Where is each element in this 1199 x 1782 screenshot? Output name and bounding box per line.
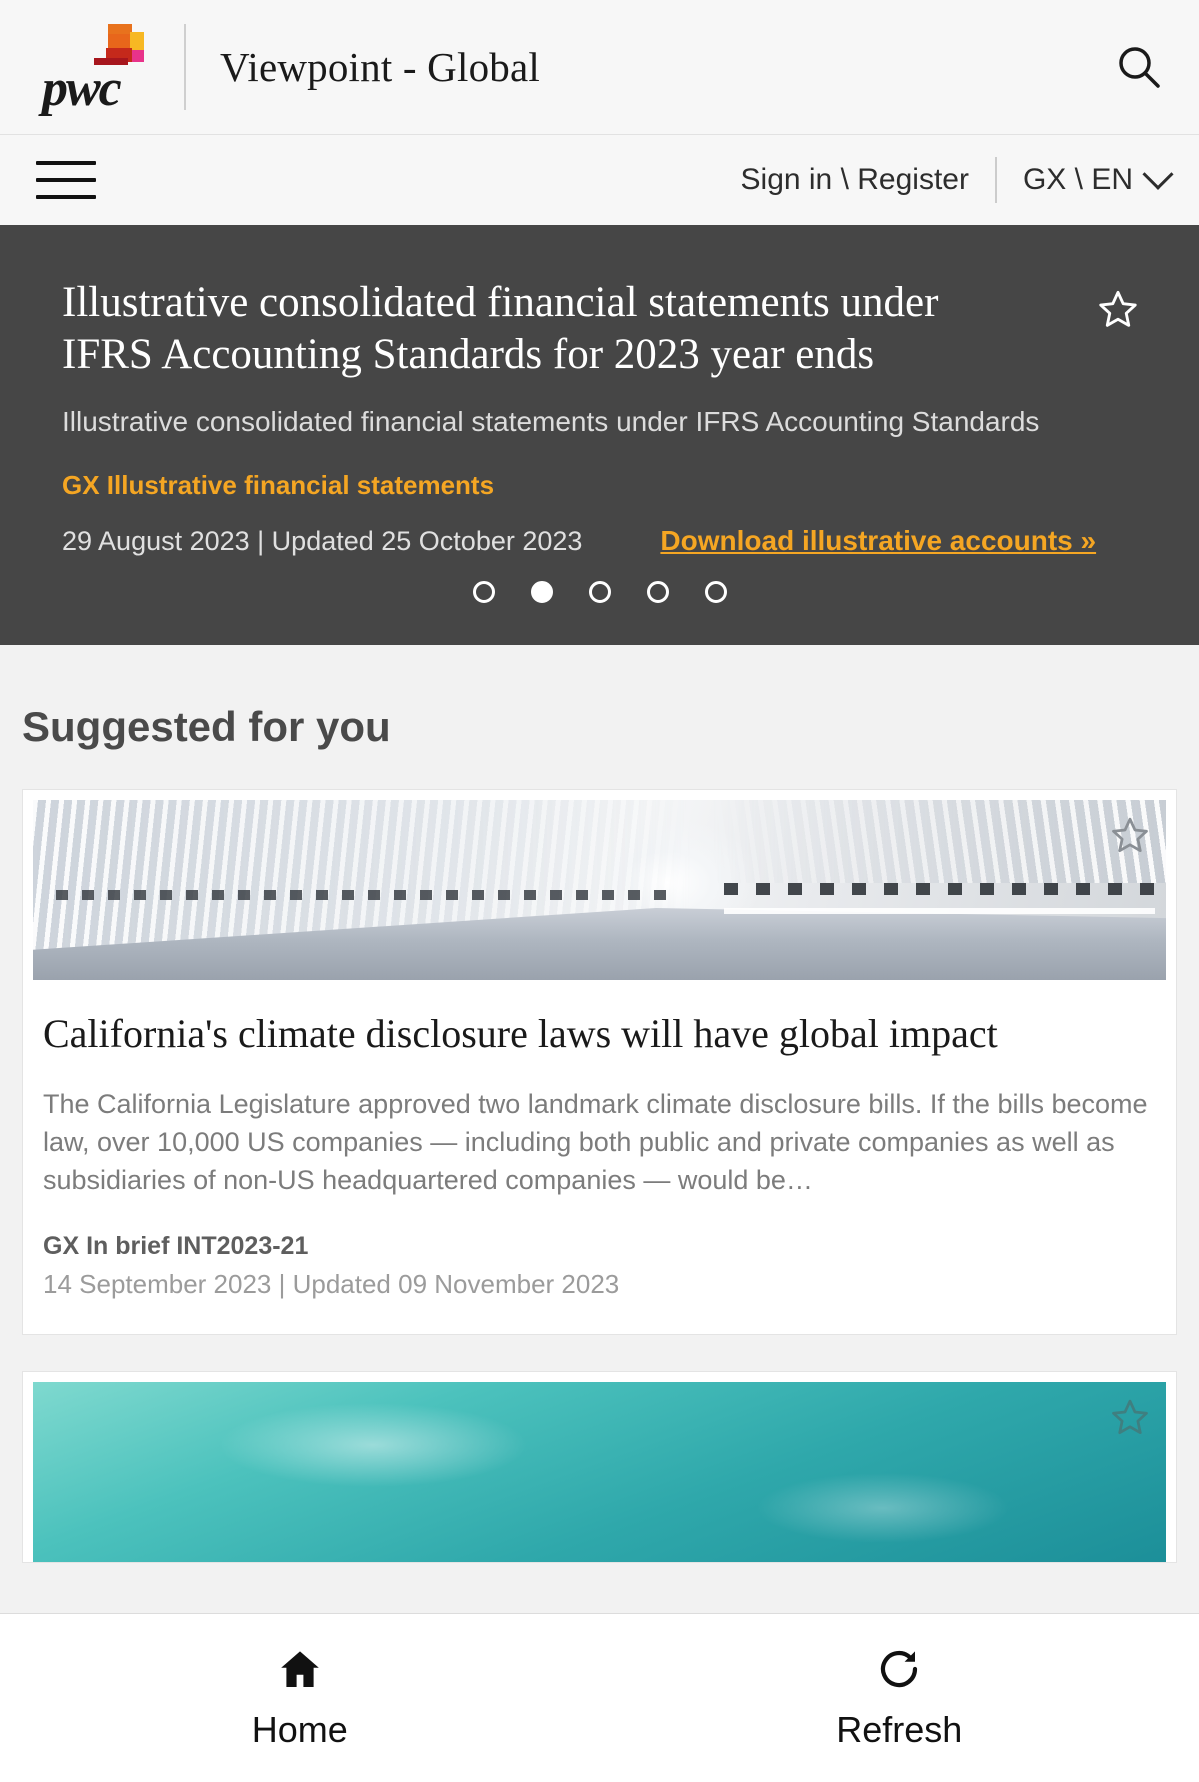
card-title[interactable]: California's climate disclosure laws wil… bbox=[43, 1010, 1156, 1059]
carousel-dot-2[interactable] bbox=[530, 581, 553, 603]
app-root: pwc Viewpoint - Global Sign in \ Registe… bbox=[0, 0, 1199, 1782]
list-item[interactable]: California's climate disclosure laws wil… bbox=[22, 789, 1177, 1335]
search-button[interactable] bbox=[1109, 37, 1169, 97]
hero-bookmark-button[interactable] bbox=[1095, 287, 1141, 338]
language-selector[interactable]: GX \ EN bbox=[1022, 158, 1174, 197]
refresh-icon bbox=[881, 1650, 918, 1688]
carousel-dot-1[interactable] bbox=[472, 581, 495, 603]
hero-category-tag[interactable]: GX Illustrative financial statements bbox=[62, 470, 1137, 501]
pwc-logo-icon bbox=[94, 22, 156, 65]
hamburger-menu-icon[interactable] bbox=[36, 157, 96, 203]
carousel-dot-4[interactable] bbox=[646, 581, 669, 603]
suggested-heading: Suggested for you bbox=[22, 703, 391, 750]
card-description: The California Legislature approved two … bbox=[43, 1088, 1148, 1196]
hero-subtitle: Illustrative consolidated financial stat… bbox=[62, 405, 1040, 437]
secondary-nav: Sign in \ Register GX \ EN bbox=[0, 135, 1199, 225]
sign-in-register-link[interactable]: Sign in \ Register bbox=[741, 163, 969, 197]
download-link[interactable]: Download illustrative accounts » bbox=[660, 525, 1096, 557]
carousel-dot-3[interactable] bbox=[588, 581, 611, 603]
list-item[interactable] bbox=[22, 1370, 1177, 1563]
card-date: 14 September 2023 | Updated 09 November … bbox=[43, 1268, 620, 1299]
card-image bbox=[33, 1381, 1166, 1562]
star-outline-icon bbox=[1112, 817, 1148, 853]
pwc-logo[interactable]: pwc bbox=[42, 22, 162, 117]
star-outline-icon bbox=[1099, 290, 1137, 327]
hero-title[interactable]: Illustrative consolidated financial stat… bbox=[62, 277, 962, 382]
suggested-section: Suggested for you California's climate d… bbox=[0, 645, 1199, 1563]
nav-divider bbox=[994, 157, 997, 203]
card-bookmark-button[interactable] bbox=[1108, 1396, 1152, 1445]
hero-meta-row: 29 August 2023 | Updated 25 October 2023… bbox=[62, 525, 1137, 557]
page-title: Viewpoint - Global bbox=[220, 44, 540, 90]
carousel-dots bbox=[0, 581, 1199, 603]
card-category-tag: GX In brief INT2023-21 bbox=[43, 1231, 309, 1260]
brand-header: pwc Viewpoint - Global bbox=[0, 0, 1199, 135]
bottom-nav-item-refresh[interactable]: Refresh bbox=[600, 1614, 1199, 1782]
header-divider bbox=[184, 24, 186, 110]
language-label: GX \ EN bbox=[1022, 163, 1133, 196]
home-icon bbox=[280, 1651, 319, 1687]
card-bookmark-button[interactable] bbox=[1108, 814, 1152, 863]
hero-carousel: Illustrative consolidated financial stat… bbox=[0, 225, 1199, 645]
star-outline-icon bbox=[1112, 1399, 1148, 1434]
bottom-nav-item-home[interactable]: Home bbox=[0, 1614, 600, 1782]
carousel-dot-5[interactable] bbox=[704, 581, 727, 603]
bottom-navigation: Home Refresh bbox=[0, 1613, 1199, 1782]
nav-right-group: Sign in \ Register GX \ EN bbox=[741, 157, 1174, 203]
pwc-wordmark: pwc bbox=[42, 59, 122, 117]
card-body: California's climate disclosure laws wil… bbox=[23, 980, 1176, 1334]
bottom-nav-label: Home bbox=[251, 1709, 348, 1750]
bottom-nav-label: Refresh bbox=[836, 1709, 963, 1750]
hero-date: 29 August 2023 | Updated 25 October 2023 bbox=[62, 526, 583, 557]
search-icon bbox=[1119, 47, 1160, 88]
chevron-down-icon bbox=[1142, 158, 1174, 190]
card-image bbox=[33, 800, 1166, 980]
